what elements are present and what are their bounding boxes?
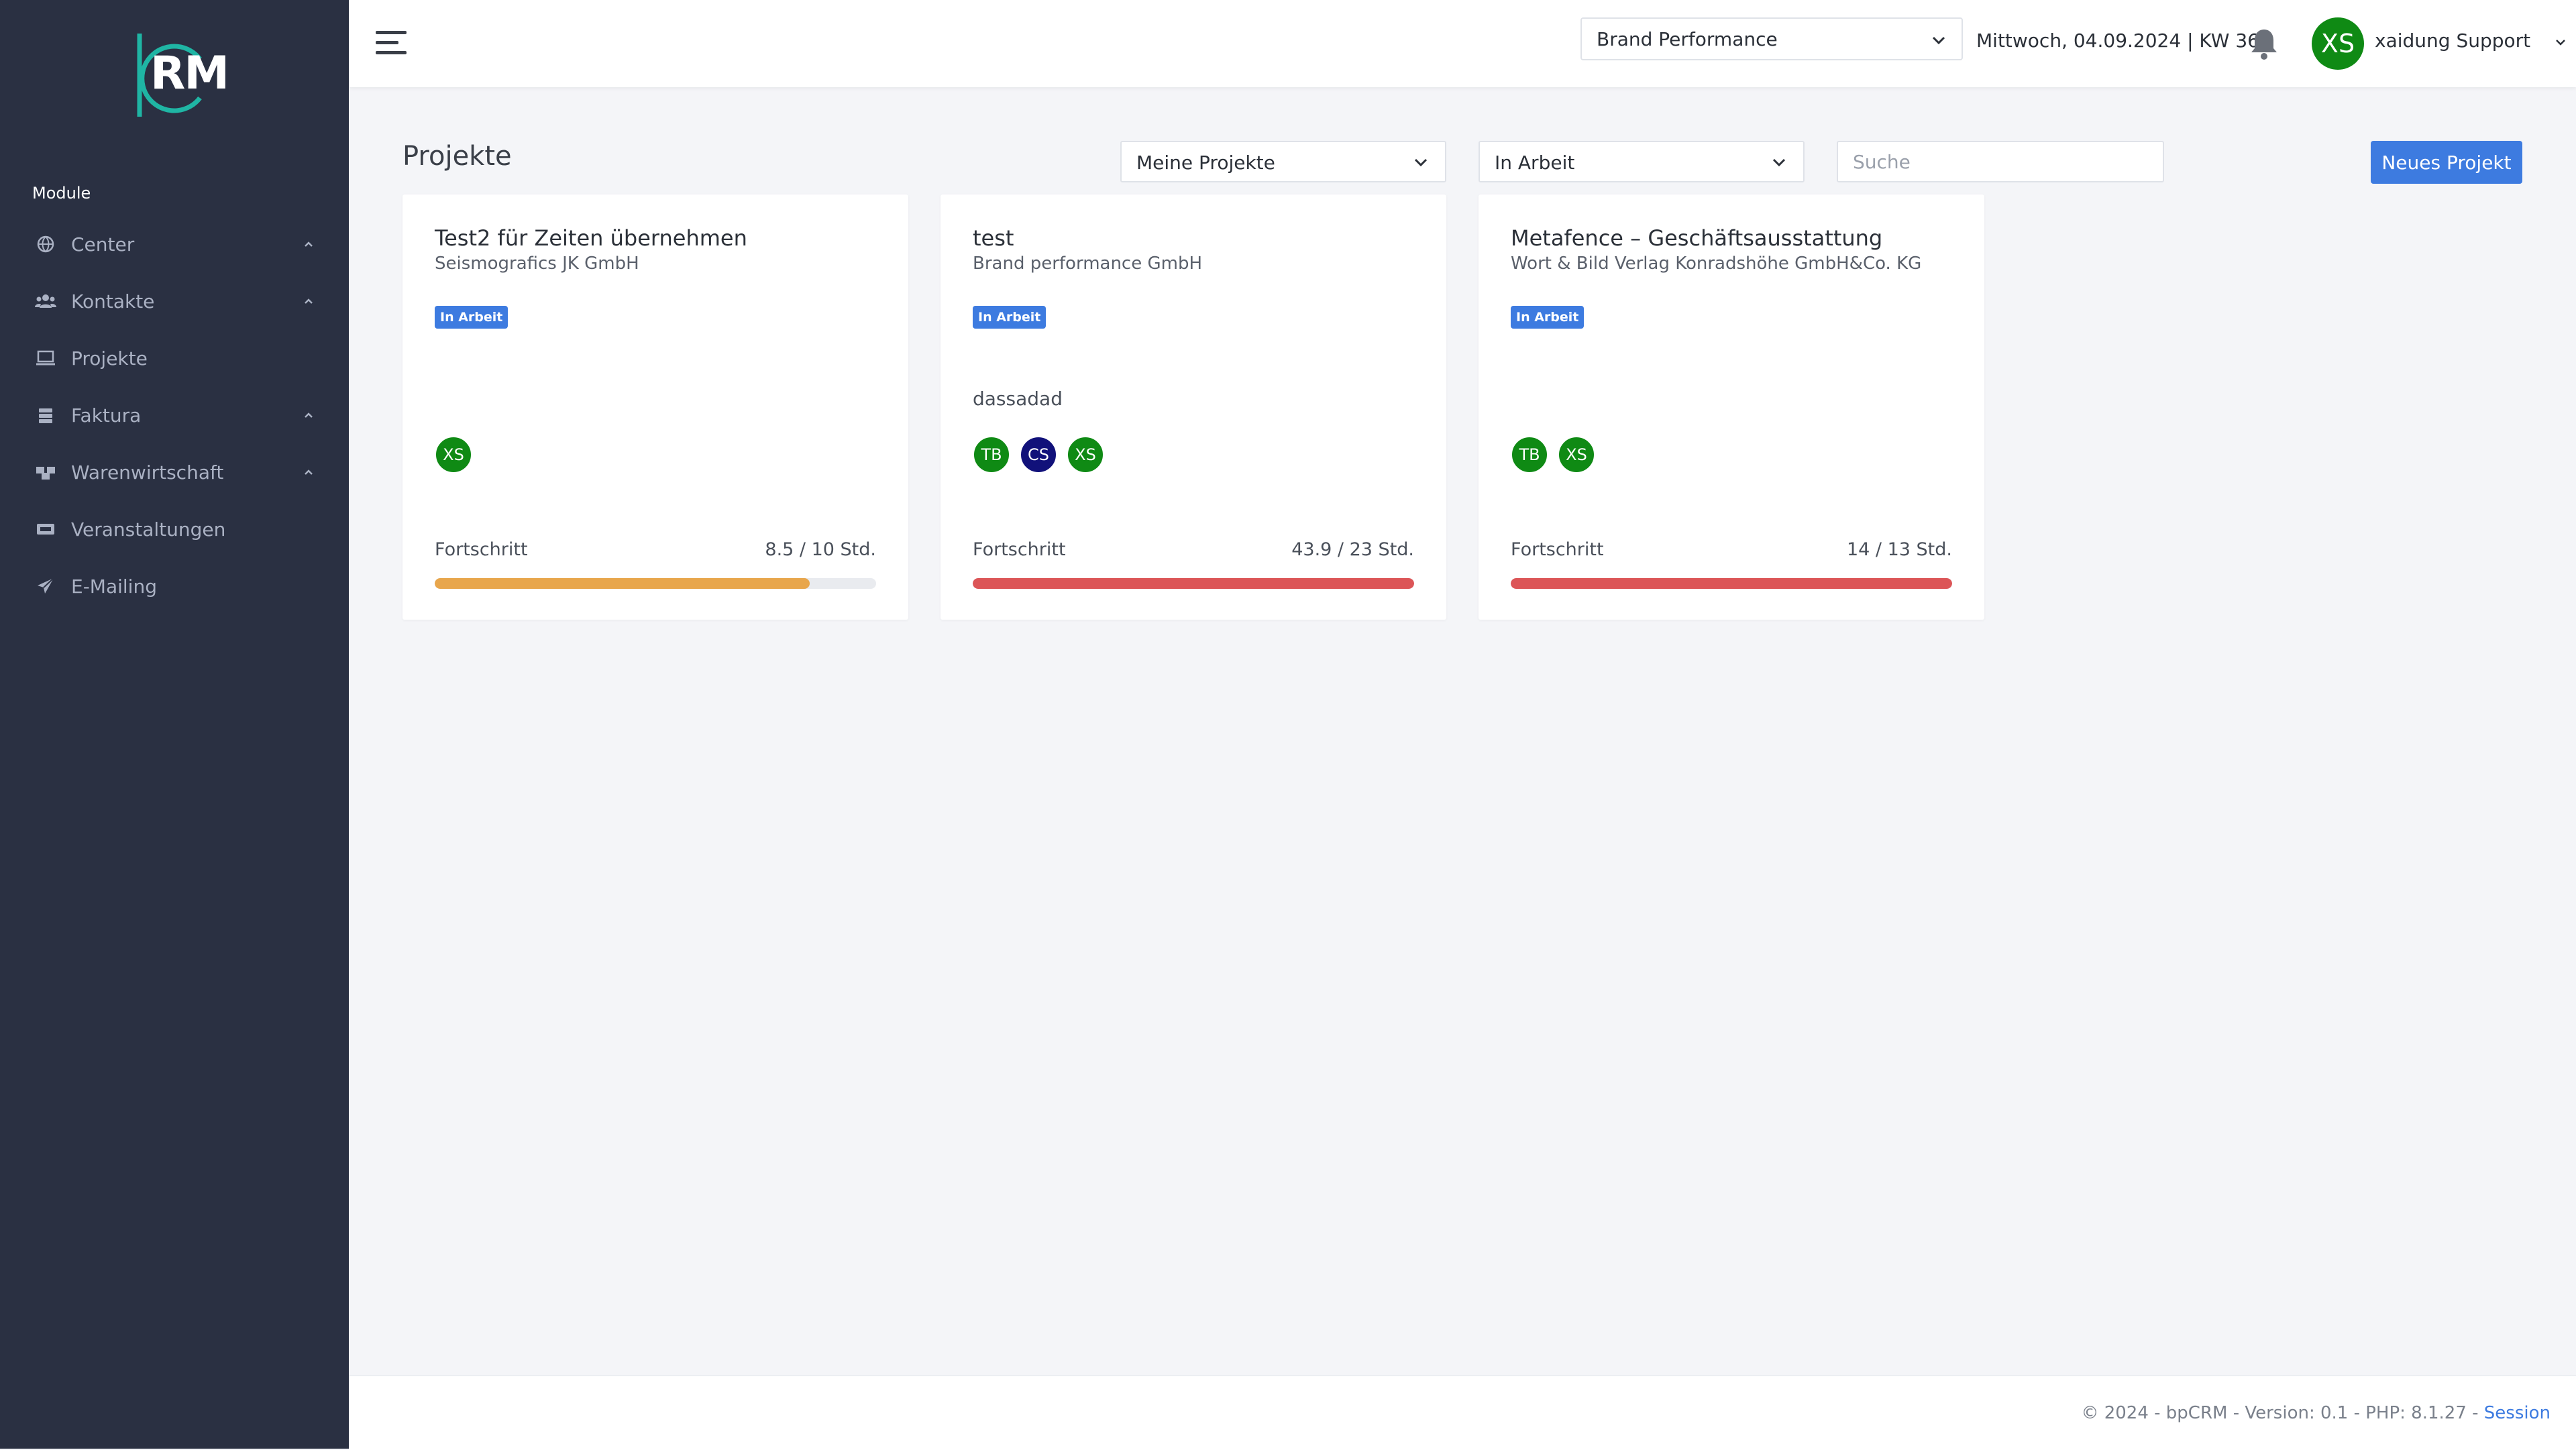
paper-plane-icon: [34, 574, 58, 598]
project-company: Seismografics JK GmbH: [435, 254, 639, 274]
user-avatar[interactable]: XS: [2312, 17, 2364, 70]
status-filter-value: In Arbeit: [1495, 152, 1575, 174]
sidebar-item-projekte[interactable]: Projekte: [0, 337, 349, 380]
logo[interactable]: RM: [125, 28, 232, 122]
progress-bar: [435, 578, 876, 589]
sidebar-item-label: Faktura: [71, 404, 142, 427]
boxes-icon: [34, 460, 58, 484]
sidebar-item-e-mailing[interactable]: E-Mailing: [0, 565, 349, 608]
chevron-up-icon: [301, 464, 317, 480]
sidebar-item-warenwirtschaft[interactable]: Warenwirtschaft: [0, 451, 349, 494]
session-link[interactable]: Session: [2484, 1403, 2551, 1423]
search-input[interactable]: [1837, 141, 2164, 182]
member-avatar[interactable]: TB: [973, 436, 1010, 473]
chevron-down-icon: [1770, 153, 1788, 172]
project-card[interactable]: Test2 für Zeiten übernehmen Seismografic…: [402, 194, 908, 620]
project-title[interactable]: Metafence – Geschäftsausstattung: [1511, 225, 1882, 251]
company-select-value: Brand Performance: [1597, 28, 1778, 50]
progress-bar-fill: [435, 578, 810, 589]
project-description: dassadad: [973, 388, 1063, 410]
top-header: Brand Performance Mittwoch, 04.09.2024 |…: [349, 0, 2576, 87]
progress-value: 14 / 13 Std.: [1846, 539, 1952, 560]
progress-label: Fortschritt: [1511, 539, 1604, 560]
project-title[interactable]: test: [973, 225, 1014, 251]
member-avatar[interactable]: XS: [1067, 436, 1104, 473]
project-members: XS: [435, 436, 472, 475]
progress-value: 43.9 / 23 Std.: [1291, 539, 1414, 560]
module-heading: Module: [32, 184, 91, 203]
laptop-icon: [34, 346, 58, 370]
current-date: Mittwoch, 04.09.2024 | KW 36: [1976, 30, 2259, 52]
ticket-icon: [34, 517, 58, 541]
status-badge: In Arbeit: [1511, 306, 1585, 329]
sidebar-item-label: Projekte: [71, 347, 148, 370]
member-avatar[interactable]: XS: [1558, 436, 1595, 473]
sidebar-item-label: E-Mailing: [71, 575, 157, 598]
sidebar-item-center[interactable]: Center: [0, 223, 349, 266]
project-card[interactable]: Metafence – Geschäftsausstattung Wort & …: [1479, 194, 1984, 620]
money-stack-icon: [34, 403, 58, 427]
footer-version: © 2024 - bpCRM - Version: 0.1 - PHP: 8.1…: [2081, 1403, 2484, 1423]
project-card[interactable]: test Brand performance GmbH In Arbeit da…: [941, 194, 1446, 620]
status-badge: In Arbeit: [973, 306, 1046, 329]
footer: © 2024 - bpCRM - Version: 0.1 - PHP: 8.1…: [349, 1375, 2576, 1450]
menu-toggle-icon[interactable]: [374, 28, 409, 59]
status-badge: In Arbeit: [435, 306, 508, 329]
project-scope-select[interactable]: Meine Projekte: [1120, 141, 1446, 182]
globe-icon: [34, 232, 58, 256]
progress-label: Fortschritt: [973, 539, 1066, 560]
chevron-down-icon[interactable]: [2553, 35, 2568, 50]
chevron-up-icon: [301, 407, 317, 423]
sidebar-item-label: Center: [71, 233, 135, 256]
user-name[interactable]: xaidung Support: [2375, 30, 2530, 52]
project-scope-value: Meine Projekte: [1136, 152, 1275, 174]
project-title[interactable]: Test2 für Zeiten übernehmen: [435, 225, 747, 251]
project-members: TB XS: [1511, 436, 1595, 475]
project-company: Brand performance GmbH: [973, 254, 1203, 274]
sidebar-item-label: Kontakte: [71, 290, 155, 313]
member-avatar[interactable]: TB: [1511, 436, 1548, 473]
status-filter-select[interactable]: In Arbeit: [1479, 141, 1805, 182]
progress-bar: [1511, 578, 1952, 589]
chevron-down-icon: [1411, 153, 1430, 172]
footer-text: © 2024 - bpCRM - Version: 0.1 - PHP: 8.1…: [2081, 1403, 2551, 1423]
page-title: Projekte: [402, 141, 512, 172]
progress-bar-fill: [1511, 578, 1952, 589]
sidebar-item-faktura[interactable]: Faktura: [0, 394, 349, 437]
chevron-up-icon: [301, 236, 317, 252]
chevron-down-icon: [1929, 31, 1948, 50]
member-avatar[interactable]: CS: [1020, 436, 1057, 473]
progress-bar: [973, 578, 1414, 589]
progress-value: 8.5 / 10 Std.: [765, 539, 876, 560]
progress-bar-fill: [973, 578, 1414, 589]
member-avatar[interactable]: XS: [435, 436, 472, 473]
sidebar-item-label: Veranstaltungen: [71, 518, 226, 541]
logo-text: RM: [150, 47, 229, 100]
sidebar-item-veranstaltungen[interactable]: Veranstaltungen: [0, 508, 349, 551]
progress-label: Fortschritt: [435, 539, 528, 560]
new-project-button[interactable]: Neues Projekt: [2371, 141, 2522, 184]
users-icon: [34, 289, 58, 313]
sidebar-item-kontakte[interactable]: Kontakte: [0, 280, 349, 323]
project-company: Wort & Bild Verlag Konradshöhe GmbH&Co. …: [1511, 254, 1922, 274]
chevron-up-icon: [301, 293, 317, 309]
company-select[interactable]: Brand Performance: [1580, 17, 1963, 60]
sidebar: RM Module Center Kontakte Projekte Faktu…: [0, 0, 349, 1449]
notification-bell-icon[interactable]: [2249, 27, 2279, 62]
sidebar-item-label: Warenwirtschaft: [71, 461, 224, 484]
project-members: TB CS XS: [973, 436, 1104, 475]
